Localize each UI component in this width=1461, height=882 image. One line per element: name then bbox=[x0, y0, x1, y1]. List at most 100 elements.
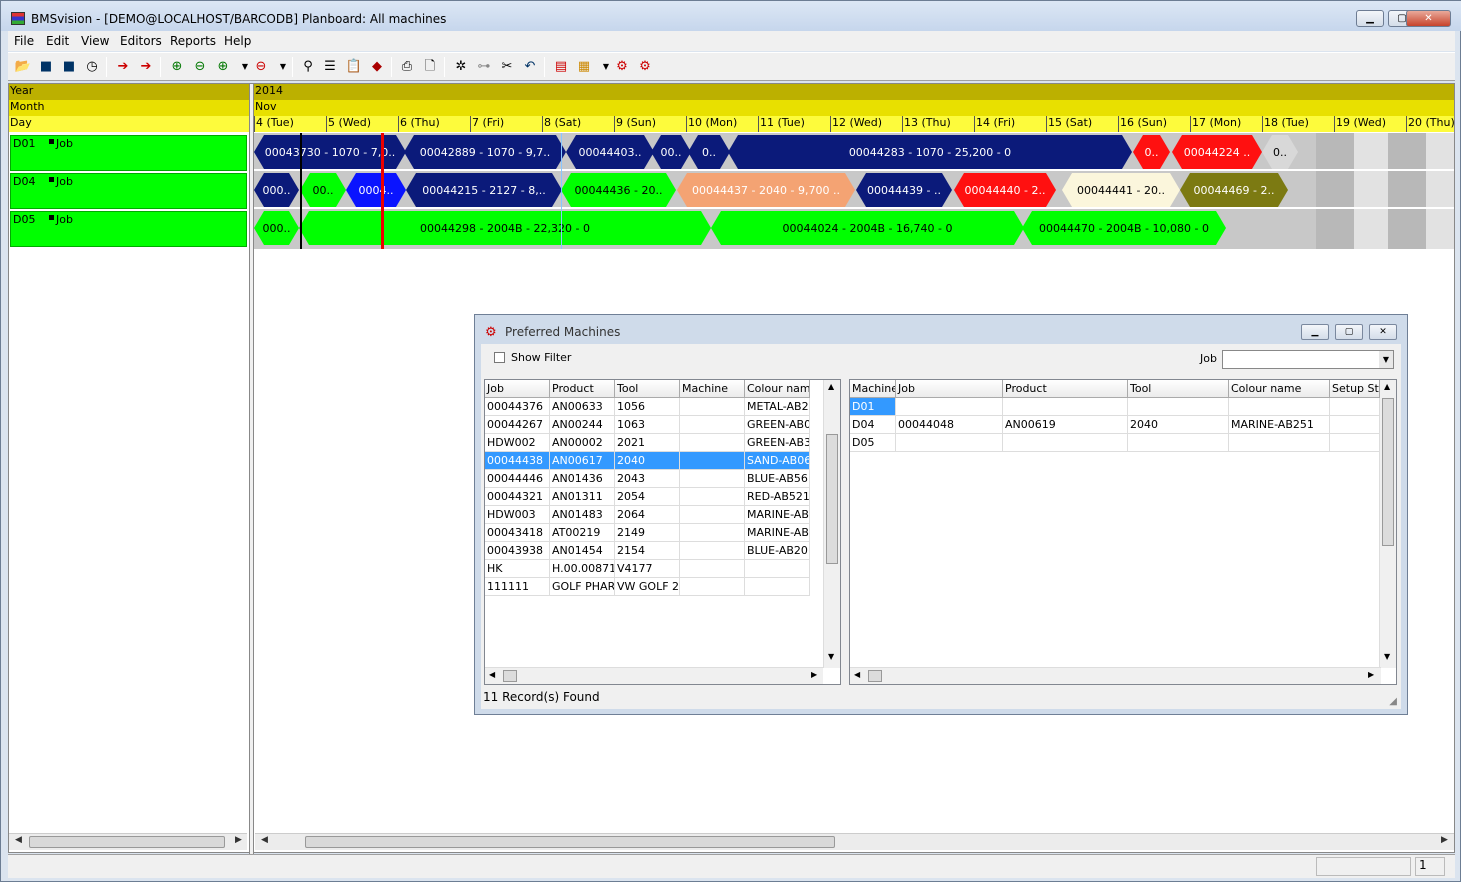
print-icon[interactable]: ⎙ bbox=[398, 58, 416, 76]
job-bar[interactable]: 00044439 - .. bbox=[856, 173, 952, 207]
grid-cell[interactable]: HK bbox=[485, 560, 550, 578]
link-icon[interactable]: ⊶ bbox=[475, 58, 493, 76]
title-bar[interactable]: BMSvision - [DEMO@LOCALHOST/BARCODB] Pla… bbox=[1, 1, 1461, 31]
grid-cell[interactable]: 2043 bbox=[615, 470, 680, 488]
grid-cell[interactable]: AN01483 bbox=[550, 506, 615, 524]
scroll-thumb[interactable] bbox=[826, 434, 838, 564]
grid-cell[interactable]: MARINE-AB4 bbox=[745, 506, 810, 524]
grid-cell[interactable]: 111111 bbox=[485, 578, 550, 596]
resource-row-d05[interactable]: D05 Job bbox=[10, 211, 247, 247]
scroll-thumb[interactable] bbox=[29, 836, 225, 848]
job-bar[interactable]: 00044224 .. bbox=[1172, 135, 1262, 169]
cut-icon[interactable]: ✂ bbox=[498, 58, 516, 76]
grid-cell[interactable]: 2054 bbox=[615, 488, 680, 506]
list-icon[interactable]: ☰ bbox=[321, 58, 339, 76]
grid-cell[interactable]: RED-AB521 bbox=[745, 488, 810, 506]
resource-row-d01[interactable]: D01 Job bbox=[10, 135, 247, 171]
job-bar[interactable]: 0004.. bbox=[346, 173, 406, 207]
grid-cell[interactable]: 2040 bbox=[1128, 416, 1229, 434]
open-icon[interactable]: 📂 bbox=[14, 58, 32, 76]
find-icon[interactable]: ⚲ bbox=[299, 58, 317, 76]
column-header[interactable]: Product bbox=[1003, 380, 1128, 398]
grid-cell[interactable] bbox=[1128, 434, 1229, 452]
jobs-grid-horizontal-scrollbar[interactable]: ◀ ▶ bbox=[485, 667, 823, 684]
job-bar[interactable]: 00044283 - 1070 - 25,200 - 0 bbox=[728, 135, 1132, 169]
machines-grid-horizontal-scrollbar[interactable]: ◀ ▶ bbox=[850, 667, 1381, 684]
grid-cell[interactable]: D04 bbox=[850, 416, 896, 434]
scroll-left-icon[interactable]: ◀ bbox=[854, 670, 860, 679]
grid-cell[interactable] bbox=[680, 560, 745, 578]
menu-view[interactable]: View bbox=[81, 34, 109, 48]
job-bar[interactable]: 00044436 - 20.. bbox=[561, 173, 676, 207]
print-preview-icon[interactable]: 🗋 bbox=[421, 58, 439, 76]
clock-icon[interactable]: ◷ bbox=[83, 58, 101, 76]
grid-cell[interactable]: AN00002 bbox=[550, 434, 615, 452]
grid-cell[interactable] bbox=[1229, 398, 1330, 416]
machines-grid-vertical-scrollbar[interactable]: ▲ ▼ bbox=[1379, 380, 1396, 668]
jobs-grid-vertical-scrollbar[interactable]: ▲ ▼ bbox=[823, 380, 840, 668]
scroll-up-icon[interactable]: ▲ bbox=[828, 382, 834, 391]
scroll-left-icon[interactable]: ◀ bbox=[261, 835, 268, 845]
grid-cell[interactable] bbox=[680, 452, 745, 470]
close-button[interactable]: ✕ bbox=[1406, 10, 1451, 27]
grid-cell[interactable]: AN01436 bbox=[550, 470, 615, 488]
grid-cell[interactable]: 00044321 bbox=[485, 488, 550, 506]
grid-cell[interactable]: 00044446 bbox=[485, 470, 550, 488]
dialog-maximize-button[interactable]: ▢ bbox=[1335, 324, 1363, 340]
job-bar[interactable]: 00044403.. bbox=[566, 135, 654, 169]
zoom-fit-icon[interactable]: ⊖ bbox=[252, 58, 270, 76]
menu-editors[interactable]: Editors bbox=[120, 34, 162, 48]
scroll-down-icon[interactable]: ▼ bbox=[828, 652, 834, 661]
job-bar[interactable]: 00044469 - 2.. bbox=[1180, 173, 1288, 207]
grid-cell[interactable]: AN01311 bbox=[550, 488, 615, 506]
grid-cell[interactable]: MARINE-AB251 bbox=[1229, 416, 1330, 434]
grid-cell[interactable]: GREEN-AB0 bbox=[745, 416, 810, 434]
grid-cell[interactable]: METAL-AB22 bbox=[745, 398, 810, 416]
grid-cell[interactable]: V4177 bbox=[615, 560, 680, 578]
column-header[interactable]: Product bbox=[550, 380, 615, 398]
grid-cell[interactable] bbox=[680, 434, 745, 452]
grid-cell[interactable]: AT00219 bbox=[550, 524, 615, 542]
job-bar[interactable]: 00044437 - 2040 - 9,700 .. bbox=[677, 173, 855, 207]
zoom-range-icon[interactable]: ⊕ bbox=[214, 58, 232, 76]
scroll-down-icon[interactable]: ▼ bbox=[1384, 652, 1390, 661]
grid-cell[interactable] bbox=[680, 398, 745, 416]
job-bar[interactable]: 00042889 - 1070 - 9,7.. bbox=[404, 135, 566, 169]
grid-cell[interactable]: SAND-AB06 bbox=[745, 452, 810, 470]
grid-cell[interactable]: H.00.00871.( bbox=[550, 560, 615, 578]
grid-cell[interactable]: BLUE-AB201 bbox=[745, 542, 810, 560]
grid-cell[interactable] bbox=[680, 524, 745, 542]
grid-cell[interactable]: 00044267 bbox=[485, 416, 550, 434]
save-icon[interactable]: ■ bbox=[37, 58, 55, 76]
machine-icon[interactable]: ⚙ bbox=[613, 58, 631, 76]
column-header[interactable]: Tool bbox=[1128, 380, 1229, 398]
grid-cell[interactable]: 2021 bbox=[615, 434, 680, 452]
undo-icon[interactable]: ↶ bbox=[521, 58, 539, 76]
color-icon[interactable]: ▦ bbox=[575, 58, 593, 76]
eraser-icon[interactable]: ◆ bbox=[368, 58, 386, 76]
save-all-icon[interactable]: ■ bbox=[60, 58, 78, 76]
job-bar[interactable]: 00044215 - 2127 - 8,.. bbox=[406, 173, 562, 207]
scroll-thumb[interactable] bbox=[1382, 398, 1394, 546]
grid-cell[interactable] bbox=[680, 416, 745, 434]
grid-cell[interactable]: HDW002 bbox=[485, 434, 550, 452]
grid-cell[interactable]: AN01454 bbox=[550, 542, 615, 560]
menu-help[interactable]: Help bbox=[224, 34, 251, 48]
scroll-up-icon[interactable]: ▲ bbox=[1384, 382, 1390, 391]
column-header[interactable]: Colour name bbox=[745, 380, 810, 398]
resource-row-d04[interactable]: D04 Job bbox=[10, 173, 247, 209]
scroll-left-icon[interactable]: ◀ bbox=[489, 670, 495, 679]
grid-cell[interactable]: 00043938 bbox=[485, 542, 550, 560]
grid-cell[interactable] bbox=[1003, 398, 1128, 416]
clipboard-icon[interactable]: 📋 bbox=[345, 58, 363, 76]
scroll-right-icon[interactable]: ▶ bbox=[235, 835, 242, 845]
grid-cell[interactable] bbox=[1128, 398, 1229, 416]
job-bar[interactable]: 00044440 - 2.. bbox=[954, 173, 1056, 207]
grid-cell[interactable]: AN00619 bbox=[1003, 416, 1128, 434]
scroll-right-icon[interactable]: ▶ bbox=[811, 670, 817, 679]
grid-cell[interactable]: 2149 bbox=[615, 524, 680, 542]
grid-cell[interactable]: AN00617 bbox=[550, 452, 615, 470]
job-bar[interactable]: 00044441 - 20.. bbox=[1062, 173, 1180, 207]
scroll-thumb[interactable] bbox=[305, 836, 835, 848]
grid-cell[interactable] bbox=[1330, 434, 1380, 452]
